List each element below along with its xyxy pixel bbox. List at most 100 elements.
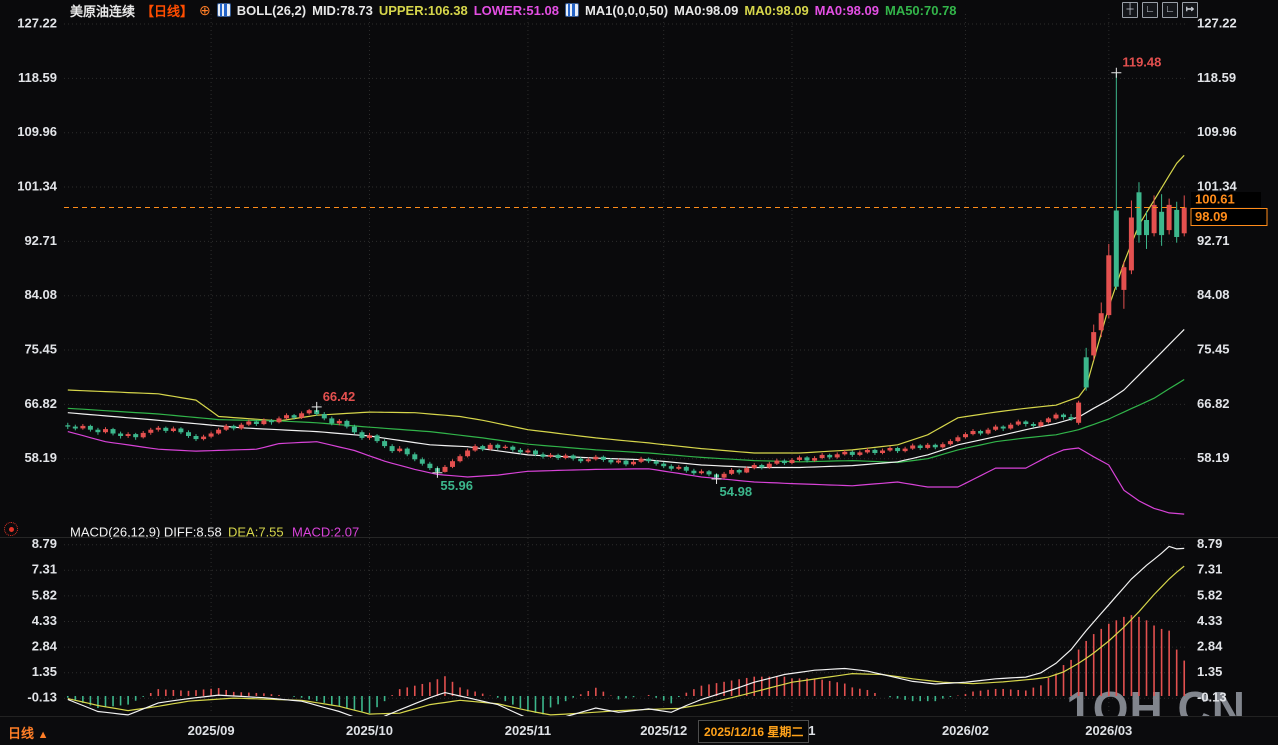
ma-title: MA1(0,0,0,50) [585,3,668,18]
candle-body [933,445,938,448]
candle-body [73,427,78,429]
axis-label: 101.34 [17,178,58,193]
period-selector[interactable]: 日线 ▲ [8,723,49,742]
candle-body [518,450,523,453]
candle-body [443,467,448,472]
candle-body [344,421,349,427]
candle-body [903,449,908,452]
axis-label: 4.33 [1197,613,1222,628]
next-page-icon[interactable]: ↦ [1182,2,1198,18]
candle-body [390,446,395,451]
x-axis-month-label: 2026/03 [1085,723,1132,738]
axis-label: 109.96 [1197,124,1237,139]
candle-body [231,426,236,429]
axis-label: 8.79 [32,536,57,551]
price-chart-canvas[interactable]: 1QH.CN66.4255.9654.98119.48MACD(26,12,9)… [0,0,1278,744]
candle-body [1144,220,1149,235]
candle-body [458,456,463,461]
candle-body [1099,313,1104,330]
candle-body [397,449,402,452]
candle-body [1061,415,1066,418]
date-axis-bar[interactable]: 日线 ▲ 2025/12/16 星期二 2025/092025/102025/1… [0,716,1278,745]
x-axis-month-label: 2025/09 [188,723,235,738]
ma-indicator-icon[interactable] [565,3,579,17]
candle-body [141,433,146,437]
axis-label: 109.96 [17,124,57,139]
candle-body [684,467,689,471]
candle-body [525,451,530,453]
candle-body [895,448,900,451]
candle-body [118,434,123,437]
candle-body [1023,422,1028,425]
axis-label: -0.13 [1197,690,1227,705]
candle-body [782,461,787,464]
axis-chart-icon[interactable]: ∟ [1142,2,1158,18]
candle-body [971,431,976,434]
boll-lower-line [68,432,1184,514]
candle-body [216,430,221,434]
boll-lower-value: LOWER:51.08 [474,3,559,18]
candle-body [488,445,493,449]
axis-label: 84.08 [1197,287,1230,302]
axis-label: 58.19 [1197,450,1230,465]
candle-body [111,429,116,433]
candle-body [676,467,681,469]
candle-body [322,414,327,418]
candle-body [186,432,191,436]
price-annotation: 55.96 [440,478,473,493]
candle-body [593,457,598,460]
axis-label: 58.19 [24,450,57,465]
candle-body [737,470,742,473]
ma50-value: MA50:70.78 [885,3,957,18]
candle-body [616,461,621,463]
move-cross-icon[interactable]: ┼ [1122,2,1138,18]
axis-label: 118.59 [1197,70,1236,85]
candle-body [88,426,93,430]
period-tag[interactable]: 【日线】 [141,1,193,20]
candle-body [918,446,923,449]
symbol-name[interactable]: 美原油连续 [70,1,135,20]
window-toolbar: ┼∟∟↦ [1122,2,1198,18]
ma0-white-value: MA0:98.09 [674,3,738,18]
axis-label: 1.35 [1197,664,1222,679]
candle-body [239,425,244,429]
candle-body [95,430,100,433]
candle-body [1114,211,1119,287]
candle-body [608,460,613,463]
candle-body [1091,332,1096,355]
candle-body [133,434,138,437]
pane-marker-icon[interactable] [4,522,18,536]
candle-body [1046,418,1051,422]
candle-body [774,461,779,464]
boll-title: BOLL(26,2) [237,3,306,18]
axis-label: 66.82 [1197,396,1230,411]
candle-body [156,428,161,430]
axis-play-icon[interactable]: ∟ [1162,2,1178,18]
candle-body [654,461,659,464]
candle-body [601,457,606,460]
date-tooltip: 2025/12/16 星期二 [698,720,809,743]
price-tag-last: 98.09 [1195,209,1228,224]
boll-indicator-icon[interactable] [217,3,231,17]
grid-layer [64,14,1188,714]
axis-label: 5.82 [1197,587,1222,602]
candle-body [578,459,583,462]
circle-plus-icon[interactable]: ⊕ [199,3,211,17]
candle-body [541,454,546,457]
candle-body [1076,403,1081,423]
candle-body [1054,415,1059,419]
candle-body [955,437,960,441]
candle-body [1069,417,1074,419]
ma0-magenta-value: MA0:98.09 [815,3,879,18]
candle-body [586,459,591,461]
candle-body [194,436,199,439]
trading-app: { "header":{ "symbol":"美原油连续","period_la… [0,0,1278,744]
axis-label: 92.71 [24,233,57,248]
candle-body [148,430,153,433]
candle-body [178,429,183,433]
candle-body [1084,357,1089,387]
candle-body [978,431,983,434]
candle-body [639,459,644,462]
candle-body [646,459,651,462]
candle-body [427,464,432,468]
